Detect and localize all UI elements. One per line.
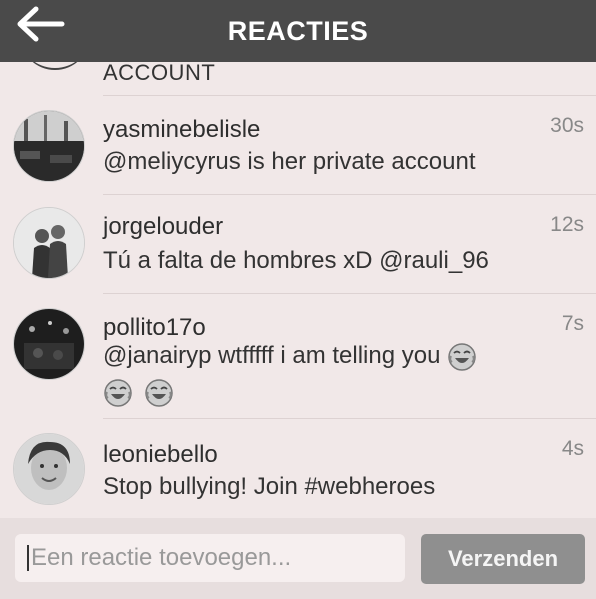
comment-composer: Een reactie toevoegen... Verzenden <box>0 518 596 599</box>
tears-of-joy-emoji <box>448 342 476 371</box>
comment-text: Stop bullying! Join #webheroes <box>103 473 436 500</box>
avatar[interactable] <box>13 308 85 380</box>
avatar[interactable] <box>13 110 85 182</box>
comment-time: 4s <box>561 437 584 460</box>
comment-list[interactable]: ACCOUNT yasminebelisle @meliycyrus is he… <box>0 62 596 518</box>
comment-text: Tú a falta de hombres xD @rauli_96 <box>103 247 489 274</box>
avatar[interactable] <box>13 207 85 279</box>
comment-body: @janairyp wtfffff i am telling you <box>103 342 441 369</box>
avatar[interactable] <box>13 433 85 505</box>
list-item[interactable]: pollito17o @janairyp wtfffff i am tellin… <box>0 294 596 418</box>
avatar <box>20 62 90 70</box>
comment-username[interactable]: pollito17o <box>103 314 206 342</box>
comment-time: 7s <box>561 312 584 335</box>
arrow-left-icon[interactable] <box>16 6 66 42</box>
comment-input[interactable]: Een reactie toevoegen... <box>15 534 405 582</box>
page-title: REACTIES <box>227 15 369 46</box>
tears-of-joy-emoji <box>104 379 132 407</box>
comment-time: 12s <box>550 213 584 236</box>
comment-text: ACCOUNT <box>103 62 216 85</box>
top-bar: REACTIES <box>0 0 596 62</box>
comment-input-placeholder: Een reactie toevoegen... <box>31 544 292 571</box>
list-item[interactable]: jorgelouder Tú a falta de hombres xD @ra… <box>0 195 596 293</box>
comment-time: 30s <box>550 114 584 137</box>
tears-of-joy-emoji <box>144 379 173 407</box>
comment-username[interactable]: yasminebelisle <box>103 116 260 144</box>
comment-username[interactable]: jorgelouder <box>103 213 223 241</box>
list-item[interactable]: yasminebelisle @meliycyrus is her privat… <box>0 96 596 194</box>
comment-text: @meliycyrus is her private account <box>103 148 476 175</box>
send-button[interactable]: Verzenden <box>421 534 585 584</box>
list-item[interactable]: leoniebello Stop bullying! Join #webhero… <box>0 419 596 518</box>
text-caret <box>27 545 29 571</box>
comment-username[interactable]: leoniebello <box>103 441 218 469</box>
comment-text: @janairyp wtfffff i am telling you <box>103 340 543 408</box>
partial-comment: ACCOUNT <box>0 62 596 96</box>
